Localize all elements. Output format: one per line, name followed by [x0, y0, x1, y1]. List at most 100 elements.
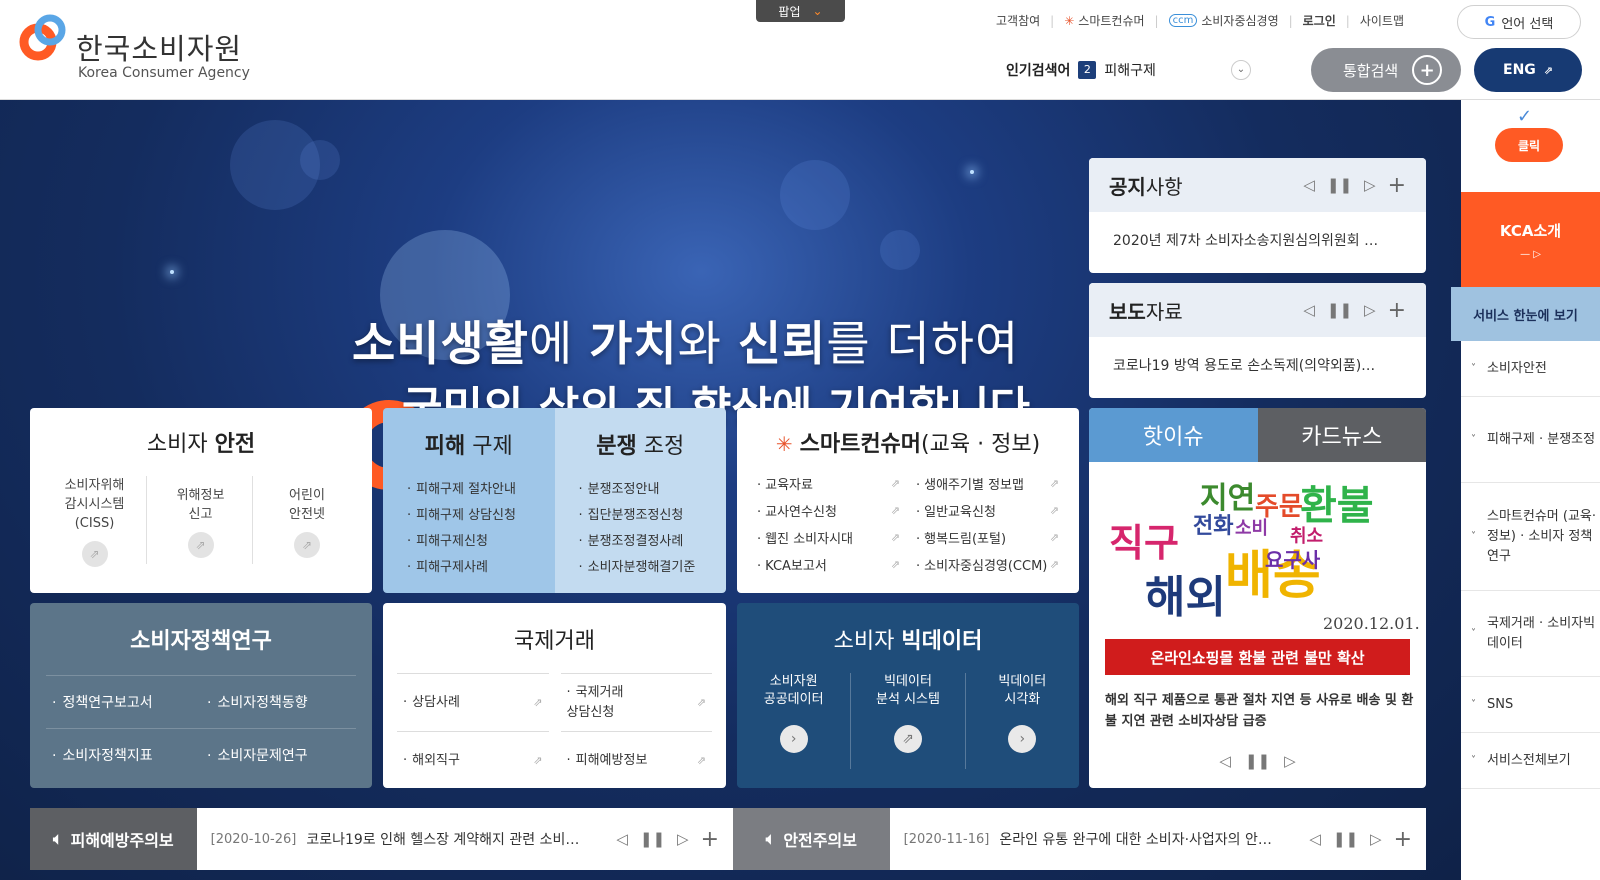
safety-title: 소비자 안전 [146, 432, 256, 457]
popup-toggle-button[interactable]: 팝업 ⌄ [756, 0, 845, 22]
press-title[interactable]: 보도자료 [1109, 296, 1183, 325]
intl-link[interactable]: 상담사례⇗ [397, 673, 549, 731]
notice-item[interactable]: 2020년 제7차 소비자소송지원심의위원회 … [1089, 212, 1426, 268]
side-item-sns[interactable]: SNS [1461, 677, 1600, 733]
integrated-search-button[interactable]: 통합검색 + [1311, 48, 1461, 92]
smart-link[interactable]: 소비자중심경영(CCM)⇗ [916, 555, 1059, 574]
pause-icon[interactable]: ❚❚ [640, 830, 665, 848]
util-link-login[interactable]: 로그인 [1303, 12, 1336, 29]
smart-link[interactable]: 일반교육신청⇗ [916, 501, 1059, 520]
issue-headline-banner[interactable]: 온라인쇼핑몰 환불 관련 불만 확산 [1105, 639, 1410, 675]
policy-link[interactable]: 소비자정책동향 [201, 675, 356, 728]
english-site-button[interactable]: ENG ⇗ [1474, 48, 1582, 92]
smart-link[interactable]: 행복드림(포털)⇗ [916, 528, 1059, 547]
next-icon[interactable]: ▷ [1370, 830, 1382, 848]
side-item-relief[interactable]: 피해구제 · 분쟁조정 [1461, 397, 1600, 483]
side-item-all[interactable]: 서비스전체보기 [1461, 733, 1600, 789]
next-icon[interactable]: ▷ [1364, 301, 1376, 319]
external-link-icon: ⇗ [890, 504, 900, 517]
next-icon[interactable]: ▷ [1364, 176, 1376, 194]
bigdata-link-visual[interactable]: 빅데이터 시각화 › [966, 673, 1079, 769]
external-link-icon: ⇗ [1543, 63, 1553, 77]
dispute-link[interactable]: 분쟁조정안내 [579, 478, 727, 497]
external-link-icon: ⇗ [696, 695, 706, 709]
dispute-link[interactable]: 집단분쟁조정신청 [579, 504, 727, 523]
util-link-participation[interactable]: 고객참여 [996, 12, 1040, 29]
external-link-icon: ⇗ [1049, 558, 1059, 571]
policy-link[interactable]: 정책연구보고서 [46, 675, 201, 728]
bigdata-link-public[interactable]: 소비자원 공공데이터 › [737, 673, 852, 769]
ticker-text[interactable]: 온라인 유통 완구에 대한 소비자·사업자의 안… [999, 829, 1299, 849]
notice-title[interactable]: 공지사항 [1109, 171, 1183, 200]
popular-search-expand-icon[interactable]: ⌄ [1231, 60, 1251, 80]
bigdata-link-analysis[interactable]: 빅데이터 분석 시스템 ⇗ [851, 673, 966, 769]
ticker-text[interactable]: 코로나19로 인해 헬스장 계약해지 관련 소비… [306, 829, 606, 849]
language-select-button[interactable]: G 언어 선택 [1457, 5, 1581, 39]
tab-hot-issue[interactable]: 핫이슈 [1089, 408, 1258, 462]
util-link-ccm[interactable]: 소비자중심경영 [1201, 12, 1278, 29]
issue-summary[interactable]: 해외 직구 제품으로 통관 절차 지연 등 사유로 배송 및 환불 지연 관련 … [1105, 690, 1415, 732]
external-link-icon: ⇗ [1049, 504, 1059, 517]
smart-consumer-card: ✳ 스마트컨슈머(교육 · 정보) 교육자료⇗ 생애주기별 정보맵⇗ 교사연수신… [737, 408, 1079, 593]
safety-link-kids[interactable]: 어린이 안전넷 ⇗ [255, 476, 360, 564]
prev-icon[interactable]: ◁ [1309, 830, 1321, 848]
notice-box: 공지사항 ◁ ❚❚ ▷ + 2020년 제7차 소비자소송지원심의위원회 … [1089, 158, 1426, 273]
quick-menu: ✓ 클릭 KCA소개 — ▷ 서비스 한눈에 보기 소비자안전 피해구제 · 분… [1451, 100, 1600, 880]
smart-consumer-icon: ✳ [1064, 13, 1075, 28]
ticker-date: [2020-10-26] [210, 831, 297, 847]
util-link-sitemap[interactable]: 사이트맵 [1360, 12, 1404, 29]
dispute-link[interactable]: 분쟁조정결정사례 [579, 530, 727, 549]
smart-link[interactable]: 교사연수신청⇗ [757, 501, 900, 520]
logo-icon[interactable] [18, 12, 70, 64]
external-link-icon: ⇗ [1049, 531, 1059, 544]
side-item-intl[interactable]: 국제거래 · 소비자빅데이터 [1461, 591, 1600, 677]
safety-link-report[interactable]: 위해정보 신고 ⇗ [149, 476, 254, 564]
prev-icon[interactable]: ◁ [1219, 752, 1231, 770]
policy-link[interactable]: 소비자문제연구 [201, 728, 356, 781]
safety-link-ciss[interactable]: 소비자위해 감시시스템 (CISS) ⇗ [43, 476, 148, 567]
more-plus-icon[interactable]: + [701, 827, 719, 852]
side-item-smart[interactable]: 스마트컨슈머 (교육·정보) · 소비자 정책연구 [1461, 483, 1600, 591]
word-cloud-image[interactable]: 직구 해외 배송 환불 지연 주문 전화 소비 취소 요구사 2020.12.0… [1105, 480, 1420, 640]
kca-intro-button[interactable]: KCA소개 — ▷ [1461, 192, 1600, 287]
relief-link[interactable]: 피해구제사례 [407, 556, 555, 575]
relief-link[interactable]: 피해구제 절차안내 [407, 478, 555, 497]
logo-title[interactable]: 한국소비자원 [76, 26, 242, 68]
more-plus-icon[interactable]: + [1394, 827, 1412, 852]
pause-icon[interactable]: ❚❚ [1327, 176, 1352, 194]
pause-icon[interactable]: ❚❚ [1245, 752, 1270, 770]
smart-link[interactable]: KCA보고서⇗ [757, 555, 900, 574]
more-plus-icon[interactable]: + [1388, 173, 1406, 198]
click-badge[interactable]: 클릭 [1495, 128, 1563, 162]
more-plus-icon[interactable]: + [1388, 298, 1406, 323]
prev-icon[interactable]: ◁ [616, 830, 628, 848]
bigdata-title: 소비자 빅데이터 [833, 629, 983, 654]
relief-link[interactable]: 피해구제 상담신청 [407, 504, 555, 523]
smart-title: ✳ 스마트컨슈머(교육 · 정보) [775, 432, 1041, 457]
dispute-link[interactable]: 소비자분쟁해결기준 [579, 556, 727, 575]
next-icon[interactable]: ▷ [1284, 752, 1296, 770]
next-icon[interactable]: ▷ [677, 830, 689, 848]
service-overview-button[interactable]: 서비스 한눈에 보기 [1451, 287, 1600, 341]
tab-card-news[interactable]: 카드뉴스 [1257, 408, 1426, 462]
intl-link[interactable]: 해외직구⇗ [397, 731, 549, 788]
ticker-label: 🔈︎ 안전주의보 [733, 808, 890, 870]
popular-search-term[interactable]: 피해구제 [1104, 60, 1156, 80]
pause-icon[interactable]: ❚❚ [1333, 830, 1358, 848]
relief-link[interactable]: 피해구제신청 [407, 530, 555, 549]
intl-link[interactable]: 피해예방정보⇗ [560, 731, 712, 788]
policy-link[interactable]: 소비자정책지표 [46, 728, 201, 781]
smart-link[interactable]: 교육자료⇗ [757, 474, 900, 493]
side-item-safety[interactable]: 소비자안전 [1461, 341, 1600, 397]
external-link-icon: ⇗ [890, 477, 900, 490]
pause-icon[interactable]: ❚❚ [1327, 301, 1352, 319]
intl-link[interactable]: 국제거래 상담신청⇗ [560, 673, 712, 731]
press-item[interactable]: 코로나19 방역 용도로 손소독제(의약외품)… [1089, 337, 1426, 393]
prev-icon[interactable]: ◁ [1303, 176, 1315, 194]
util-link-smartconsumer[interactable]: 스마트컨슈머 [1078, 12, 1144, 29]
smart-link[interactable]: 생애주기별 정보맵⇗ [916, 474, 1059, 493]
relief-title: 피해 구제 [424, 434, 513, 459]
prev-icon[interactable]: ◁ [1303, 301, 1315, 319]
smart-link[interactable]: 웹진 소비자시대⇗ [757, 528, 900, 547]
logo-subtitle[interactable]: Korea Consumer Agency [78, 65, 250, 81]
